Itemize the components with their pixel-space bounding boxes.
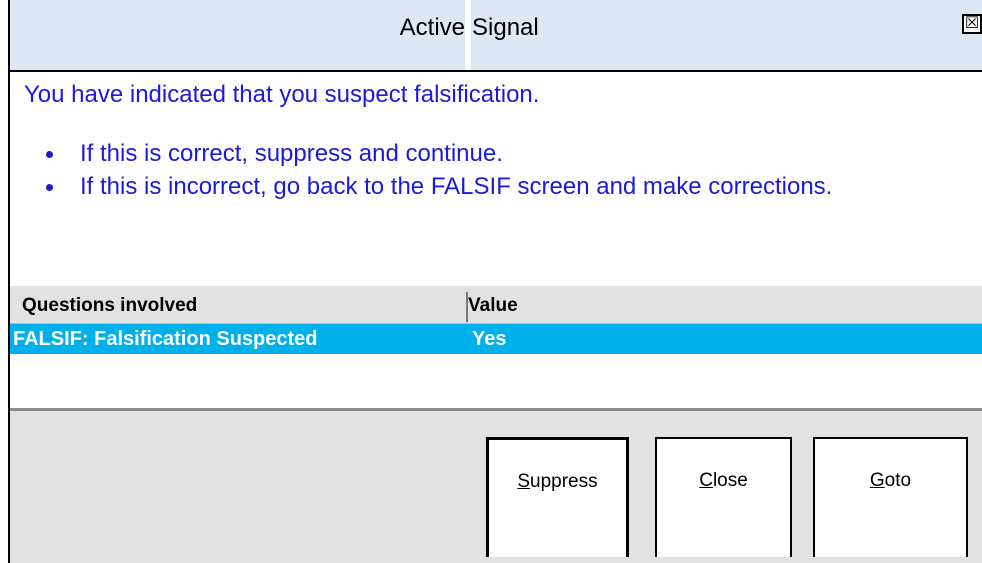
column-header-value[interactable]: Value	[468, 286, 518, 323]
close-button[interactable]: Close	[655, 437, 792, 557]
signal-message: You have indicated that you suspect fals…	[24, 78, 964, 203]
goto-label: oto	[884, 470, 912, 491]
message-intro: You have indicated that you suspect fals…	[24, 81, 540, 108]
active-signal-dialog: Active Signal ☒ You have indicated that …	[8, 0, 982, 563]
grid-header: Questions involved Value	[10, 286, 982, 324]
value-cell: Yes	[472, 328, 507, 350]
goto-mnemonic: G	[869, 470, 885, 491]
window-title-right: Signal	[472, 14, 539, 41]
suppress-label: uppress	[530, 471, 598, 492]
title-bar: Active Signal ☒	[10, 0, 982, 70]
bullet-incorrect: If this is incorrect, go back to the FAL…	[66, 170, 964, 203]
suppress-button[interactable]: Suppress	[486, 437, 629, 557]
close-icon[interactable]: ☒	[962, 14, 982, 34]
bullet-correct: If this is correct, suppress and continu…	[66, 137, 964, 170]
title-separator	[10, 70, 982, 72]
questions-grid: Questions involved Value FALSIF: Falsifi…	[10, 286, 982, 410]
table-row[interactable]: FALSIF: Falsification Suspected Yes	[10, 324, 982, 354]
title-divider	[465, 0, 471, 70]
button-bar: Suppress Close Goto	[10, 411, 982, 563]
goto-button[interactable]: Goto	[813, 437, 968, 557]
question-cell: FALSIF: Falsification Suspected	[13, 328, 318, 350]
suppress-mnemonic: S	[517, 471, 531, 492]
message-bullets: If this is correct, suppress and continu…	[24, 137, 964, 203]
window-title-left: Active	[399, 14, 465, 41]
column-header-questions[interactable]: Questions involved	[22, 286, 197, 323]
close-label: lose	[712, 470, 748, 491]
close-mnemonic: C	[699, 470, 713, 491]
